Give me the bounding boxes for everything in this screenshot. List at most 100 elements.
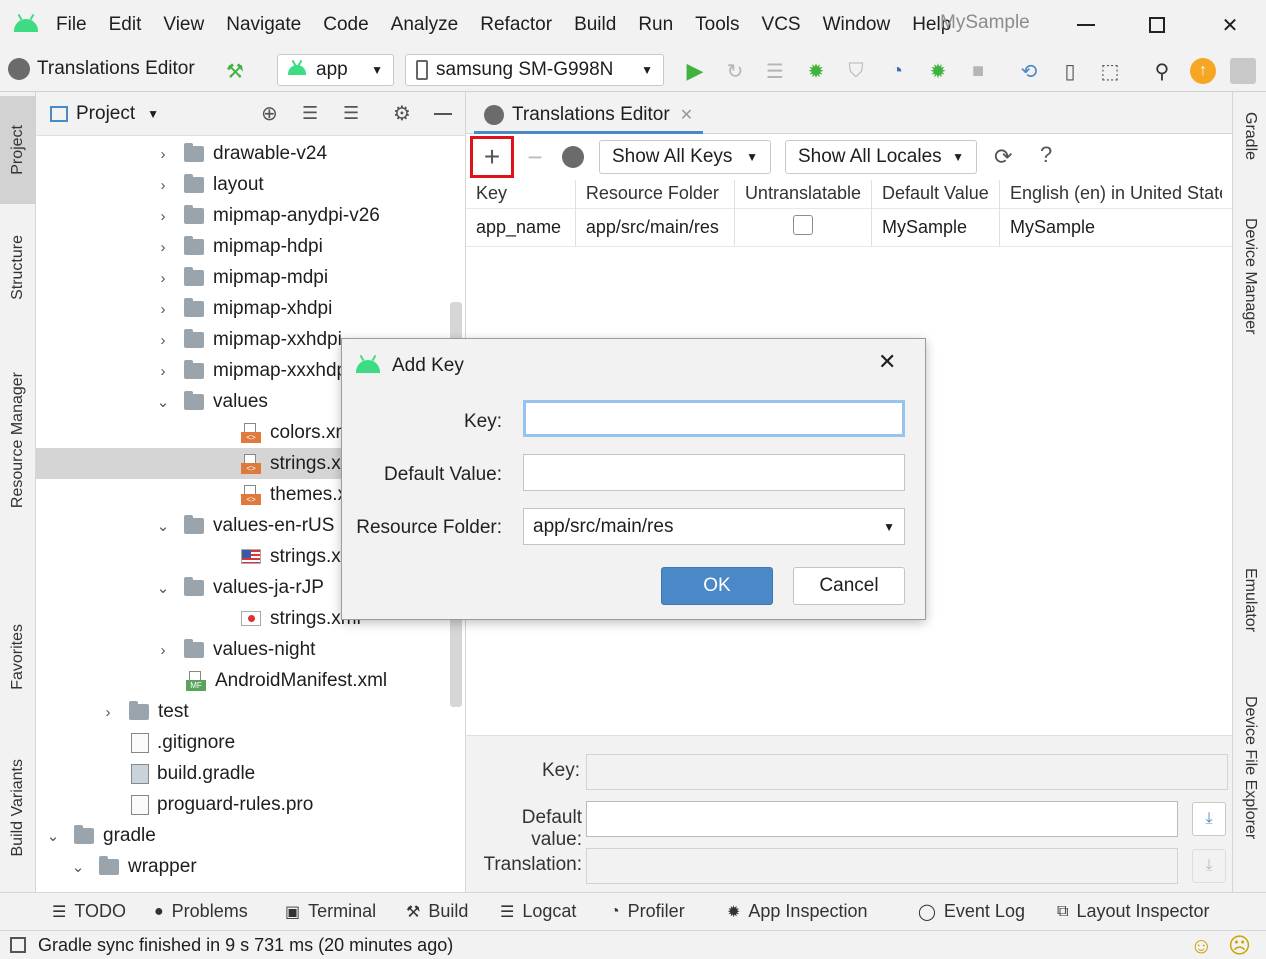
tree-item[interactable]: MF AndroidManifest.xml bbox=[36, 665, 465, 696]
dialog-default-input[interactable] bbox=[523, 454, 905, 491]
cell-default-value[interactable]: MySample bbox=[871, 207, 1000, 247]
table-row[interactable]: app_name app/src/main/res MySample MySam… bbox=[466, 207, 1232, 247]
chevron-right-icon[interactable]: › bbox=[154, 363, 172, 380]
show-locales-select[interactable]: Show All Locales ▼ bbox=[785, 140, 977, 174]
menu-build[interactable]: Build bbox=[574, 14, 616, 36]
column-header-english[interactable]: English (en) in United States bbox=[999, 180, 1232, 208]
cell-resource-folder[interactable]: app/src/main/res bbox=[575, 207, 735, 247]
tool-tab-favorites[interactable]: Favorites bbox=[0, 607, 36, 707]
tool-tab-resource-manager[interactable]: Resource Manager bbox=[0, 350, 36, 530]
stop-button[interactable]: ■ bbox=[965, 58, 991, 84]
tool-tab-terminal[interactable]: ▣ Terminal bbox=[285, 901, 376, 922]
add-key-button[interactable]: + bbox=[470, 136, 514, 178]
expand-all-icon[interactable]: ☰ bbox=[302, 103, 318, 124]
project-view-select[interactable]: Project ▼ bbox=[50, 103, 159, 125]
menu-window[interactable]: Window bbox=[823, 14, 891, 36]
search-everywhere-button[interactable]: ⚲ bbox=[1149, 58, 1175, 84]
dialog-close-button[interactable]: ✕ bbox=[878, 349, 896, 375]
menu-view[interactable]: View bbox=[163, 14, 204, 36]
tool-tab-layout-inspector[interactable]: ⧉ Layout Inspector bbox=[1057, 901, 1210, 922]
tool-tab-device-manager[interactable]: Device Manager bbox=[1233, 218, 1266, 335]
tree-item[interactable]: ⌄ wrapper bbox=[36, 851, 465, 882]
remove-key-button[interactable]: − bbox=[520, 140, 550, 174]
status-message[interactable]: Gradle sync finished in 9 s 731 ms (20 m… bbox=[38, 935, 453, 956]
frown-feedback-icon[interactable]: ☹ bbox=[1228, 933, 1251, 959]
menu-refactor[interactable]: Refactor bbox=[480, 14, 552, 36]
ok-button[interactable]: OK bbox=[661, 567, 773, 605]
column-header-resource-folder[interactable]: Resource Folder bbox=[575, 180, 735, 208]
tree-item[interactable]: .gitignore bbox=[36, 727, 465, 758]
tool-tab-event-log[interactable]: ◯ Event Log bbox=[918, 901, 1025, 922]
tree-item[interactable]: › drawable-v24 bbox=[36, 138, 465, 169]
updates-button[interactable]: ↑ bbox=[1190, 58, 1216, 84]
untranslatable-checkbox[interactable] bbox=[792, 214, 813, 235]
tool-tab-build-variants[interactable]: Build Variants bbox=[0, 738, 36, 878]
chevron-down-icon[interactable]: ⌄ bbox=[154, 393, 172, 411]
device-select[interactable]: samsung SM-G998N ▼ bbox=[405, 54, 664, 86]
smile-feedback-icon[interactable]: ☺ bbox=[1190, 933, 1212, 959]
cancel-button[interactable]: Cancel bbox=[793, 567, 905, 605]
locate-file-icon[interactable]: ⊕ bbox=[261, 101, 278, 126]
device-manager-button[interactable]: ▯ bbox=[1057, 58, 1083, 84]
tree-item[interactable]: › test bbox=[36, 696, 465, 727]
column-header-untranslatable[interactable]: Untranslatable bbox=[734, 180, 873, 208]
tree-item[interactable]: › values-night bbox=[36, 634, 465, 665]
tool-windows-toggle-icon[interactable] bbox=[10, 937, 26, 953]
tree-item[interactable]: ⌄ gradle bbox=[36, 820, 465, 851]
debug-button[interactable]: ✹ bbox=[803, 58, 829, 84]
account-button[interactable] bbox=[1230, 58, 1256, 84]
tool-tab-gradle[interactable]: Gradle bbox=[1233, 112, 1266, 160]
maximize-button[interactable] bbox=[1137, 8, 1177, 42]
tool-tab-structure[interactable]: Structure bbox=[0, 212, 36, 322]
chevron-right-icon[interactable]: › bbox=[154, 332, 172, 349]
run-with-coverage-button[interactable]: ⛉ bbox=[843, 58, 869, 84]
attach-debugger-button[interactable]: ✹ bbox=[925, 58, 951, 84]
collapse-all-icon[interactable]: ☰ bbox=[343, 103, 359, 124]
menu-tools[interactable]: Tools bbox=[695, 14, 739, 36]
edit-default-button[interactable]: ⤓ bbox=[1192, 802, 1226, 836]
apply-changes-button[interactable]: ↻ bbox=[722, 58, 748, 84]
chevron-right-icon[interactable]: › bbox=[154, 177, 172, 194]
run-config-select[interactable]: app ▼ bbox=[277, 54, 394, 86]
apply-code-changes-button[interactable]: ☰ bbox=[762, 58, 788, 84]
cell-untranslatable[interactable] bbox=[734, 207, 873, 247]
tool-tab-profiler[interactable]: ◔ Profiler bbox=[610, 901, 685, 922]
tab-translations-editor[interactable]: Translations Editor ✕ bbox=[474, 98, 704, 134]
menu-navigate[interactable]: Navigate bbox=[226, 14, 301, 36]
tree-item[interactable]: › layout bbox=[36, 169, 465, 200]
menu-analyze[interactable]: Analyze bbox=[391, 14, 459, 36]
help-button[interactable]: ? bbox=[1040, 142, 1052, 168]
sync-gradle-button[interactable]: ⟲ bbox=[1016, 58, 1042, 84]
show-keys-select[interactable]: Show All Keys ▼ bbox=[599, 140, 771, 174]
column-header-default-value[interactable]: Default Value bbox=[871, 180, 1000, 208]
chevron-down-icon[interactable]: ⌄ bbox=[69, 858, 87, 876]
profile-button[interactable]: ◔ bbox=[884, 58, 910, 84]
tool-tab-device-file-explorer[interactable]: Device File Explorer bbox=[1233, 696, 1266, 839]
tool-tab-app-inspection[interactable]: ✹ App Inspection bbox=[727, 901, 868, 922]
dialog-key-input[interactable] bbox=[523, 400, 905, 437]
breadcrumb[interactable]: Translations Editor bbox=[8, 58, 195, 80]
chevron-right-icon[interactable]: › bbox=[154, 208, 172, 225]
menu-vcs[interactable]: VCS bbox=[762, 14, 801, 36]
tree-item[interactable]: › mipmap-hdpi bbox=[36, 231, 465, 262]
close-tab-icon[interactable]: ✕ bbox=[680, 105, 693, 125]
chevron-right-icon[interactable]: › bbox=[154, 301, 172, 318]
column-header-key[interactable]: Key bbox=[466, 180, 576, 208]
menu-code[interactable]: Code bbox=[323, 14, 368, 36]
cell-english[interactable]: MySample bbox=[999, 207, 1232, 247]
cell-key[interactable]: app_name bbox=[466, 207, 576, 247]
chevron-right-icon[interactable]: › bbox=[154, 270, 172, 287]
tree-item[interactable]: › mipmap-anydpi-v26 bbox=[36, 200, 465, 231]
chevron-down-icon[interactable]: ⌄ bbox=[154, 517, 172, 535]
run-button[interactable]: ▶ bbox=[682, 58, 708, 84]
chevron-right-icon[interactable]: › bbox=[99, 704, 117, 721]
detail-default-field[interactable] bbox=[586, 801, 1178, 837]
chevron-right-icon[interactable]: › bbox=[154, 239, 172, 256]
menu-edit[interactable]: Edit bbox=[109, 14, 142, 36]
close-window-button[interactable]: ✕ bbox=[1210, 8, 1250, 42]
sdk-manager-button[interactable]: ⬚ bbox=[1097, 58, 1123, 84]
tool-tab-problems[interactable]: ● Problems bbox=[154, 901, 248, 922]
add-locale-button[interactable] bbox=[558, 142, 588, 172]
tool-tab-build[interactable]: ⚒ Build bbox=[406, 901, 468, 922]
tree-item[interactable]: › mipmap-mdpi bbox=[36, 262, 465, 293]
